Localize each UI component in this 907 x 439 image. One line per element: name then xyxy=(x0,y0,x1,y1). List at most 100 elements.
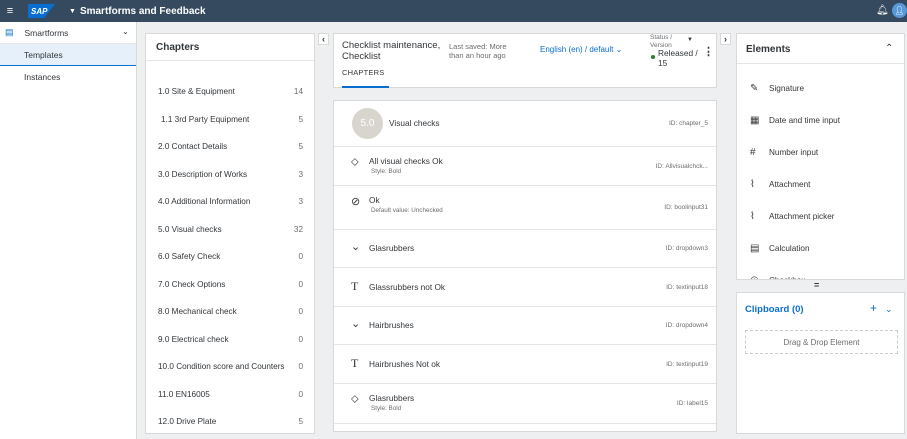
element-item[interactable]: # Number input xyxy=(750,147,818,158)
chapter-label: 6.0 Safety Check xyxy=(158,252,221,261)
chapter-row[interactable]: 2.0 Contact Details 5 xyxy=(158,142,303,151)
chapter-row[interactable]: 8.0 Mechanical check 0 xyxy=(158,307,303,316)
checklist-item[interactable]: ⌄ Hairbrushes ID: dropdown4 xyxy=(334,307,716,345)
checklist-item[interactable]: T Glassrubbers not Ok ID: textinput18 xyxy=(334,268,716,307)
chapter-row[interactable]: 10.0 Condition score and Counters 0 xyxy=(158,362,303,371)
chevron-down-icon[interactable]: ▼ xyxy=(687,37,693,43)
status-indicator xyxy=(651,55,655,59)
chevron-down-icon: ⌄ xyxy=(351,318,361,330)
caret-down-icon[interactable]: ▼ xyxy=(69,8,76,15)
chapter-row[interactable]: 3.0 Description of Works 3 xyxy=(158,170,303,179)
chapter-count: 3 xyxy=(298,170,303,179)
chevron-down-icon: ⌄ xyxy=(351,241,361,253)
chapter-count: 0 xyxy=(298,390,303,399)
checklist-item[interactable]: T Hairbrushes Not ok ID: textinput19 xyxy=(334,345,716,384)
chapter-count: 32 xyxy=(293,225,303,234)
element-label: Checkbox xyxy=(769,276,805,279)
elements-title: Elements xyxy=(746,44,791,55)
user-avatar-icon[interactable]: 👤︎ xyxy=(892,3,907,18)
tag-icon: ⬦ xyxy=(351,156,359,168)
chapter-row[interactable]: 11.0 EN16005 0 xyxy=(158,390,303,399)
checklist-item[interactable]: 5.0 Visual checks ID: chapter_5 xyxy=(334,101,716,147)
item-label: Glassrubbers not Ok xyxy=(369,282,446,292)
status-label: Status / Version xyxy=(650,34,673,49)
nav-item-templates[interactable]: Templates xyxy=(0,44,136,66)
nav-item-instances[interactable]: Instances xyxy=(0,66,136,88)
element-item[interactable]: ◎Checkbox xyxy=(750,275,805,279)
element-item[interactable]: ▤ Calculation xyxy=(750,243,810,254)
chevron-down-icon[interactable]: ⌄ xyxy=(885,304,893,315)
status-value[interactable]: Released / 15 xyxy=(658,48,700,68)
element-label: Calculation xyxy=(769,244,810,253)
chapter-label: 7.0 Check Options xyxy=(158,280,226,289)
item-label: Glasrubbers xyxy=(369,393,415,403)
collapse-left-button[interactable]: ‹ xyxy=(318,33,329,45)
tab-chapters[interactable]: CHAPTERS xyxy=(342,68,384,77)
chapter-row[interactable]: 9.0 Electrical check 0 xyxy=(158,335,303,344)
bell-icon[interactable]: 🔔︎ xyxy=(876,5,889,16)
text-icon: T xyxy=(351,356,359,370)
item-id: ID: boolinput31 xyxy=(664,204,708,211)
checklist-items: 5.0 Visual checks ID: chapter_5 ⬦ All visual… xyxy=(333,100,717,432)
chapter-count: 5 xyxy=(298,142,303,151)
element-label: Attachment picker xyxy=(769,212,835,221)
checklist-item[interactable]: ⬦ All visual checks Ok Style: Bold ID: Allv… xyxy=(334,147,716,186)
checklist-item[interactable]: ⌄ Glasrubbers ID: dropdown3 xyxy=(334,230,716,268)
item-label: Ok xyxy=(369,195,380,205)
collapse-right-button[interactable]: › xyxy=(720,33,731,45)
chevron-down-icon[interactable]: ⌄ xyxy=(122,27,129,36)
item-label: Visual checks xyxy=(389,118,440,128)
resize-handle-icon[interactable]: = xyxy=(814,281,819,290)
chapter-count: 5 xyxy=(298,417,303,426)
nav-group-label: Smartforms xyxy=(24,27,69,38)
signature-icon: ✎ xyxy=(750,83,759,94)
checklist-title: Checklist maintenance, Checklist xyxy=(342,40,441,62)
app-title[interactable]: Smartforms and Feedback xyxy=(80,6,206,17)
add-icon[interactable]: + xyxy=(870,301,877,315)
shell-bar: ≡ SAP ▼ Smartforms and Feedback 🔔︎ 👤︎ xyxy=(0,0,907,22)
chapter-row[interactable]: 6.0 Safety Check 0 xyxy=(158,252,303,261)
drop-zone[interactable]: Drag & Drop Element xyxy=(745,330,898,354)
checklist-item[interactable]: ⬦ Glasrubbers Style: Bold ID: label15 xyxy=(334,384,716,424)
chapter-count: 0 xyxy=(298,280,303,289)
calculator-icon: ▤ xyxy=(750,243,760,254)
clipboard-panel: Clipboard (0) + ⌄ Drag & Drop Element xyxy=(736,292,905,434)
item-label: Hairbrushes xyxy=(369,320,414,330)
nav-group-smartforms[interactable]: ▤ Smartforms ⌄ xyxy=(0,22,136,44)
clipboard-title[interactable]: Clipboard (0) xyxy=(745,304,804,315)
elements-panel: Elements ⌃ ✎ Signature ▦ Date and time inpu… xyxy=(736,33,905,280)
item-id: ID: label15 xyxy=(676,400,708,407)
item-id: ID: chapter_5 xyxy=(668,120,708,127)
chapters-panel: Chapters 1.0 Site & Equipment 14 1.1 3rd P… xyxy=(145,33,315,434)
chapter-label: 9.0 Electrical check xyxy=(158,335,229,344)
divider xyxy=(146,60,314,61)
language-select[interactable]: English (en) / default ⌄ xyxy=(540,45,622,54)
chapter-count: 0 xyxy=(298,252,303,261)
chapter-row[interactable]: 5.0 Visual checks 32 xyxy=(158,225,303,234)
chapter-label: 12.0 Drive Plate xyxy=(158,417,217,426)
item-label: All visual checks Ok xyxy=(369,156,443,166)
chapter-count: 0 xyxy=(298,335,303,344)
element-item[interactable]: ▦ Date and time input xyxy=(750,115,840,126)
chapter-row[interactable]: 7.0 Check Options 0 xyxy=(158,280,303,289)
chapter-count: 0 xyxy=(298,307,303,316)
chapter-label: 1.1 3rd Party Equipment xyxy=(161,115,250,124)
item-id: ID: textinput18 xyxy=(666,284,708,291)
checklist-header: Checklist maintenance, Checklist Last sa… xyxy=(333,33,717,88)
item-sublabel: Style: Bold xyxy=(371,168,402,175)
element-item[interactable]: ✎ Signature xyxy=(750,83,804,94)
chevron-up-icon[interactable]: ⌃ xyxy=(885,43,893,54)
chapter-row[interactable]: 1.1 3rd Party Equipment 5 xyxy=(161,115,303,124)
element-item[interactable]: ⌇ Attachment xyxy=(750,179,810,190)
chapter-label: 5.0 Visual checks xyxy=(158,225,222,234)
checklist-item[interactable]: ⊘ Ok Default value: Unchecked ID: boolinput… xyxy=(334,186,716,230)
element-item[interactable]: ⌇ Attachment picker xyxy=(750,211,835,222)
element-label: Signature xyxy=(769,84,805,93)
menu-icon[interactable]: ≡ xyxy=(0,5,20,17)
chapter-row[interactable]: 12.0 Drive Plate 5 xyxy=(158,417,303,426)
chapter-row[interactable]: 4.0 Additional Information 3 xyxy=(158,197,303,206)
more-options-icon[interactable]: ⋮ xyxy=(703,45,714,58)
divider xyxy=(737,63,904,64)
chapter-count: 0 xyxy=(298,362,303,371)
chapter-row[interactable]: 1.0 Site & Equipment 14 xyxy=(158,87,303,96)
